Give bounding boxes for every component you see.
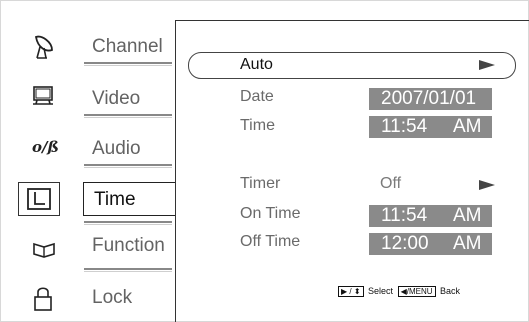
satellite-dish-icon xyxy=(32,34,56,59)
timer-label: Timer xyxy=(240,175,281,192)
divider xyxy=(84,221,172,225)
time-ampm: AM xyxy=(453,116,482,137)
auto-label: Auto xyxy=(240,56,273,73)
padlock-icon xyxy=(32,286,56,311)
sidebar-item-lock[interactable]: Lock xyxy=(18,280,188,320)
divider xyxy=(84,164,172,168)
clock-square-icon xyxy=(27,188,51,215)
date-value-text: 2007/01/01 xyxy=(381,88,477,109)
sidebar-item-audio[interactable]: o/ß Audio xyxy=(18,128,188,168)
back-key-hint: ◀/MENU xyxy=(397,286,436,298)
key-hint-bar: ▶ / ⬍ Select ◀/MENU Back xyxy=(336,286,461,298)
time-value-text: 11:54 xyxy=(381,116,428,137)
audio-logo-icon: o/ß xyxy=(32,134,59,158)
sidebar-item-video[interactable]: Video xyxy=(18,78,188,118)
date-value[interactable]: 2007/01/01 xyxy=(369,88,492,110)
divider xyxy=(84,62,172,66)
off-time-value[interactable]: 12:00 AM xyxy=(369,233,492,255)
sidebar-item-function[interactable]: Function xyxy=(18,232,188,272)
divider xyxy=(84,268,172,272)
auto-row[interactable] xyxy=(188,52,516,79)
on-time-value-text: 11:54 xyxy=(381,205,428,226)
off-time-label: Off Time xyxy=(240,233,301,250)
sidebar-item-label: Video xyxy=(92,88,141,109)
arrow-right-icon xyxy=(479,60,495,70)
divider xyxy=(84,114,172,118)
back-hint-label: Back xyxy=(440,286,461,296)
sidebar-item-label: Time xyxy=(94,189,136,210)
date-label: Date xyxy=(240,88,274,105)
on-time-ampm: AM xyxy=(453,205,482,226)
sidebar-item-label: Lock xyxy=(92,287,133,308)
sidebar: Channel Video o/ß Audio Time Function Lo… xyxy=(0,0,176,322)
svg-text:o/ß: o/ß xyxy=(32,138,58,156)
monitor-icon xyxy=(32,84,56,108)
on-time-label: On Time xyxy=(240,205,301,222)
sidebar-item-label: Audio xyxy=(92,138,141,159)
arrow-right-icon xyxy=(479,180,495,190)
time-label: Time xyxy=(240,117,275,134)
open-book-icon xyxy=(32,238,56,262)
time-value[interactable]: 11:54 AM xyxy=(369,116,492,138)
sidebar-item-label: Channel xyxy=(92,36,163,57)
sidebar-item-time[interactable]: Time xyxy=(83,182,176,216)
off-time-ampm: AM xyxy=(453,233,482,254)
select-key-hint: ▶ / ⬍ xyxy=(338,286,364,298)
off-time-value-text: 12:00 xyxy=(381,233,429,254)
timer-value[interactable]: Off xyxy=(380,175,401,193)
sidebar-item-label: Function xyxy=(92,235,165,256)
sidebar-item-time-icon-box[interactable] xyxy=(18,182,60,216)
select-hint-label: Select xyxy=(368,286,394,296)
on-time-value[interactable]: 11:54 AM xyxy=(369,205,492,227)
